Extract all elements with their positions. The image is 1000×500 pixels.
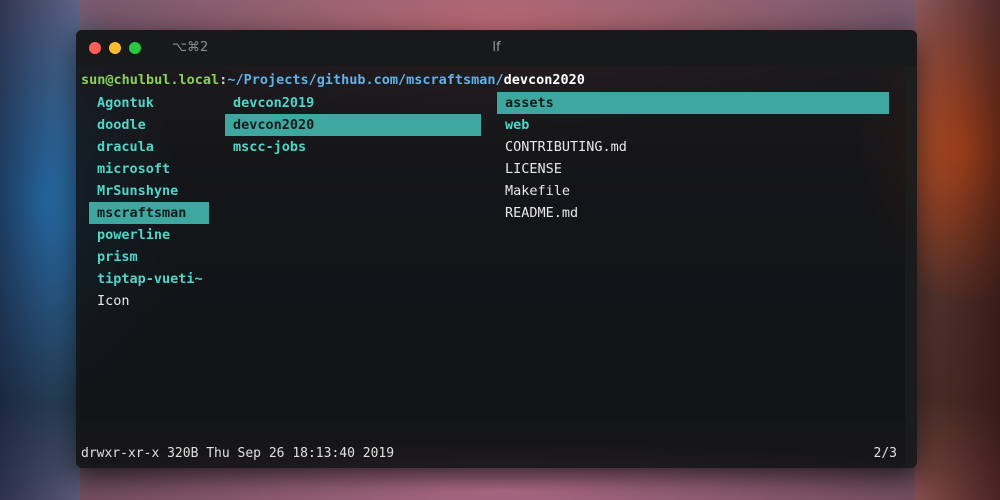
list-item-selected[interactable]: devcon2020 <box>225 114 481 136</box>
list-item[interactable]: doodle <box>89 114 209 136</box>
list-item[interactable]: MrSunshyne <box>89 180 209 202</box>
list-item[interactable]: web <box>497 114 889 136</box>
list-item[interactable]: CONTRIBUTING.md <box>497 136 889 158</box>
list-item[interactable]: powerline <box>89 224 209 246</box>
path-parent: ~/Projects/github.com/mscraftsman/ <box>227 72 504 88</box>
list-item[interactable]: microsoft <box>89 158 209 180</box>
parent-column: Agontuk doodle dracula microsoft MrSunsh… <box>89 92 209 312</box>
position-indicator: 2/3 <box>873 446 897 461</box>
list-item-selected[interactable]: mscraftsman <box>89 202 209 224</box>
file-info: drwxr-xr-x 320B Thu Sep 26 18:13:40 2019 <box>81 446 395 461</box>
terminal-window: ⌥⌘2 lf sun@chulbul.local:~/Projects/gith… <box>76 30 917 468</box>
user-host: sun@chulbul.local <box>81 72 220 88</box>
list-item-selected[interactable]: assets <box>497 92 889 114</box>
current-path: sun@chulbul.local:~/Projects/github.com/… <box>81 72 585 88</box>
list-item[interactable]: dracula <box>89 136 209 158</box>
title-bar[interactable]: ⌥⌘2 lf <box>76 30 917 66</box>
list-item[interactable]: prism <box>89 246 209 268</box>
list-item[interactable]: Agontuk <box>89 92 209 114</box>
window-title: lf <box>492 40 501 55</box>
current-column: devcon2019 devcon2020 mscc-jobs <box>225 92 481 158</box>
wallpaper-left <box>0 0 80 500</box>
list-item[interactable]: README.md <box>497 202 889 224</box>
list-item[interactable]: Makefile <box>497 180 889 202</box>
scrollbar[interactable] <box>905 66 917 468</box>
list-item[interactable]: Icon <box>89 290 209 312</box>
list-item[interactable]: tiptap-vueti~ <box>89 268 209 290</box>
path-current: devcon2020 <box>503 72 585 88</box>
wallpaper-right <box>915 0 1000 500</box>
preview-column: assets web CONTRIBUTING.md LICENSE Makef… <box>497 92 889 224</box>
list-item[interactable]: LICENSE <box>497 158 889 180</box>
list-item[interactable]: mscc-jobs <box>225 136 481 158</box>
list-item[interactable]: devcon2019 <box>225 92 481 114</box>
